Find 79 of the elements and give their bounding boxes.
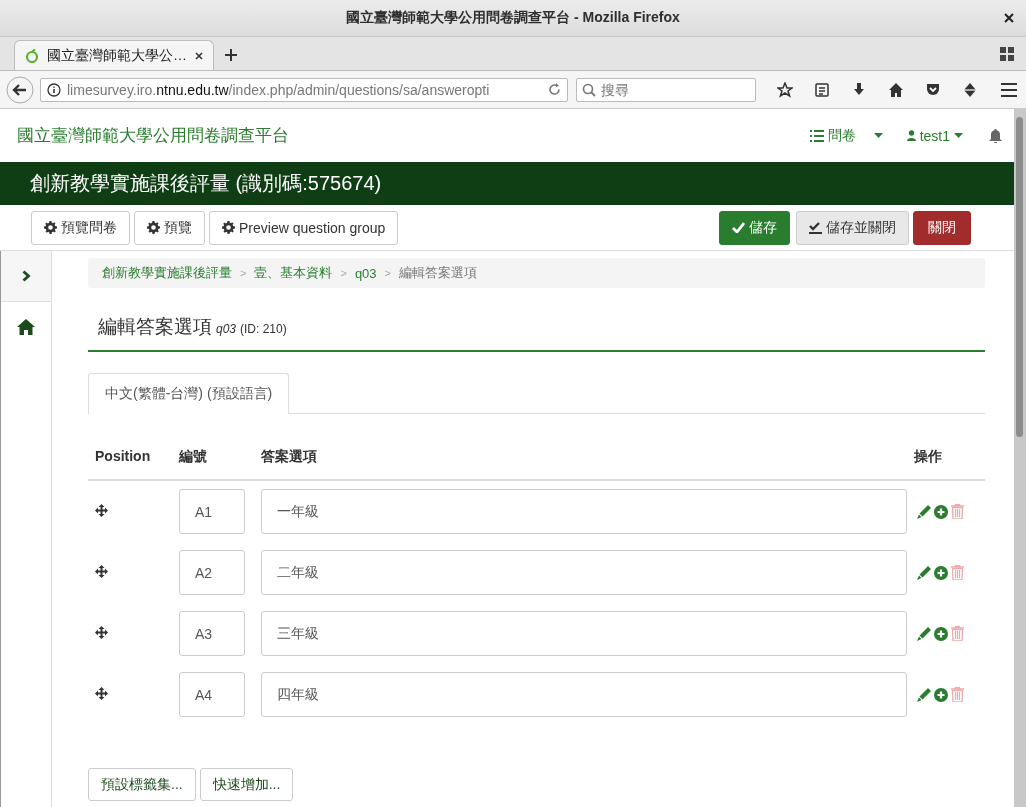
list-icon	[809, 129, 824, 142]
toolbar-button[interactable]: 預覽	[134, 210, 205, 245]
chevron-icon	[21, 270, 31, 282]
close-icon[interactable]	[195, 51, 203, 60]
person-icon	[906, 130, 916, 141]
breadcrumb-separator: >	[384, 267, 391, 279]
gear-icon	[44, 221, 57, 234]
grid-icon[interactable]	[1000, 47, 1014, 61]
home-icon[interactable]	[17, 319, 35, 335]
code-field[interactable]: A4	[179, 672, 245, 717]
move-icon[interactable]	[95, 686, 108, 700]
answer-field[interactable]: 四年級	[261, 672, 907, 717]
breadcrumb-separator: >	[340, 267, 347, 279]
caret-icon[interactable]	[873, 133, 883, 138]
reader-icon[interactable]	[814, 81, 830, 98]
move-icon[interactable]	[95, 503, 108, 517]
caret-icon	[954, 133, 963, 138]
leaf-icon	[25, 48, 39, 63]
action-button[interactable]: 快速增加...	[199, 768, 294, 801]
column-header: Position	[94, 448, 152, 464]
pencil-icon[interactable]	[917, 626, 931, 641]
add-icon[interactable]	[934, 504, 948, 519]
pencil-icon[interactable]	[917, 687, 931, 702]
move-icon[interactable]	[95, 625, 108, 639]
survey-menu[interactable]: 問卷	[809, 126, 856, 145]
close-button[interactable]: 關閉	[913, 210, 971, 245]
add-icon[interactable]	[934, 626, 948, 641]
save-button[interactable]: 儲存	[719, 210, 790, 245]
gear-icon	[147, 221, 160, 234]
pencil-icon[interactable]	[917, 565, 931, 580]
column-header: 編號	[177, 448, 208, 466]
column-header: 答案選項	[260, 448, 318, 466]
search-field[interactable]: 搜尋	[576, 77, 756, 102]
move-icon[interactable]	[95, 564, 108, 578]
survey-title: 創新教學實施課後評量 (識別碼:575674)	[30, 171, 382, 196]
star-icon[interactable]	[777, 81, 793, 98]
back-icon[interactable]	[6, 75, 34, 104]
page-heading: 編輯答案選項	[98, 315, 212, 339]
url-text: limesurvey.iro.ntnu.edu.tw/index.php/admin/questions/sa/answeropti	[67, 81, 490, 98]
answer-field[interactable]: 二年級	[261, 550, 907, 595]
user-menu[interactable]: test1	[906, 127, 963, 144]
code-field[interactable]: A2	[179, 550, 245, 595]
check-icon	[809, 221, 822, 234]
pencil-icon[interactable]	[917, 504, 931, 519]
browser-tab[interactable]: 國立臺灣師範大學公…	[14, 40, 214, 70]
scrollbar-thumb[interactable]	[1016, 117, 1023, 437]
action-button[interactable]: 預設標籤集...	[88, 768, 196, 801]
breadcrumb-link[interactable]: 創新教學實施課後評量	[102, 264, 232, 282]
answer-field[interactable]: 三年級	[261, 611, 907, 656]
code-field[interactable]: A1	[179, 489, 245, 534]
pocket-icon[interactable]	[925, 81, 941, 98]
check-icon	[732, 222, 745, 233]
breadcrumb-current: 編輯答案選項	[399, 264, 477, 282]
language-tab[interactable]: 中文(繁體-台灣) (預設語言)	[88, 373, 290, 414]
add-icon[interactable]	[934, 687, 948, 702]
plus-icon[interactable]	[224, 48, 238, 62]
info-icon	[47, 82, 61, 97]
home-icon[interactable]	[888, 81, 904, 98]
save-and-close-button[interactable]: 儲存並關閉	[796, 210, 909, 245]
tab-title: 國立臺灣師範大學公…	[47, 46, 187, 65]
menu-icon[interactable]	[1000, 81, 1018, 98]
answer-field[interactable]: 一年級	[261, 489, 907, 534]
breadcrumb-link[interactable]: 壹、基本資料	[254, 264, 333, 282]
close-icon[interactable]	[1004, 13, 1014, 23]
toolbar-button[interactable]: 預覽問卷	[31, 210, 130, 245]
bell-icon[interactable]	[989, 128, 1002, 143]
question-code: q03	[216, 322, 237, 336]
window-title: 國立臺灣師範大學公用問卷調查平台 - Mozilla Firefox	[346, 9, 680, 27]
code-field[interactable]: A3	[179, 611, 245, 656]
site-title-link[interactable]: 國立臺灣師範大學公用問卷調查平台	[17, 124, 289, 147]
gear-icon	[222, 221, 235, 234]
toolbar-button[interactable]: Preview question group	[209, 210, 399, 245]
breadcrumb-link[interactable]: q03	[354, 265, 377, 281]
breadcrumb-separator: >	[240, 267, 247, 279]
question-id: (ID: 210)	[240, 322, 287, 336]
column-header: 操作	[913, 448, 943, 466]
add-icon[interactable]	[934, 565, 948, 580]
reload-icon[interactable]	[548, 83, 561, 96]
address-field[interactable]: limesurvey.iro.ntnu.edu.tw/index.php/admin/questions/sa/answeropti	[40, 77, 568, 102]
